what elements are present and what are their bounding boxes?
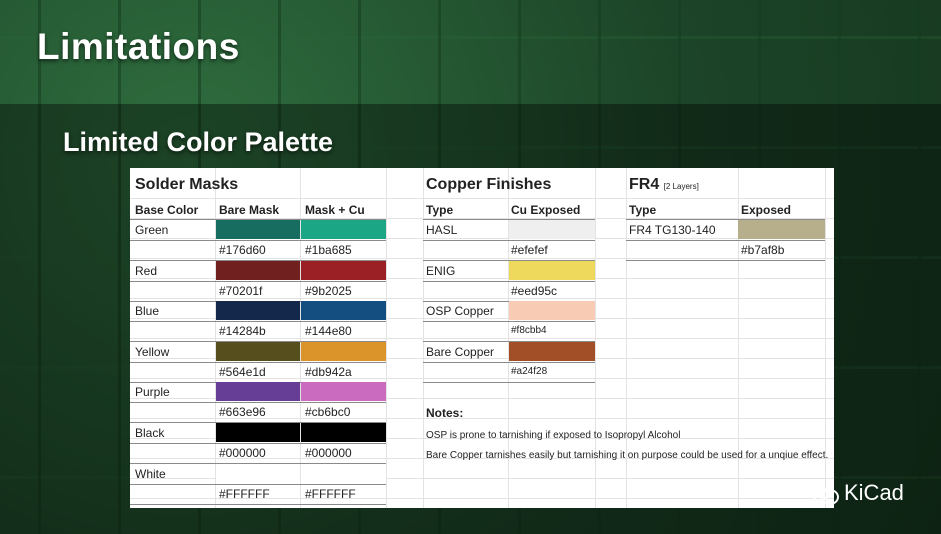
note-bare-copper: Bare Copper tarnishes easily but tarnish…: [426, 450, 829, 461]
page-subtitle: Limited Color Palette: [63, 127, 334, 157]
kicad-logo-icon: [812, 482, 839, 505]
fr4-row-rule: [626, 260, 825, 261]
fr4-header-type: Type: [629, 203, 657, 217]
note-osp: OSP is prone to tarnishing if exposed to…: [426, 430, 681, 441]
fr4-hex: #b7af8b: [741, 243, 785, 257]
fr4-layers-label: [2 Layers]: [663, 182, 699, 191]
fr4-swatch: [738, 220, 825, 239]
kicad-logo-text: KiCad: [844, 480, 904, 505]
fr4-type-name: FR4 TG130-140: [629, 223, 716, 237]
fr4-row-rule: [626, 240, 825, 241]
color-palette-sheet: Solder Masks Base Color Bare Mask Mask +…: [130, 168, 834, 508]
fr4-title: FR4 [2 Layers]: [629, 176, 699, 194]
notes-title: Notes:: [426, 406, 464, 420]
fr4-header-exposed: Exposed: [741, 203, 792, 217]
kicad-logo: KiCad: [812, 480, 904, 506]
page-title: Limitations: [37, 26, 240, 67]
fr4-title-text: FR4: [629, 176, 660, 193]
